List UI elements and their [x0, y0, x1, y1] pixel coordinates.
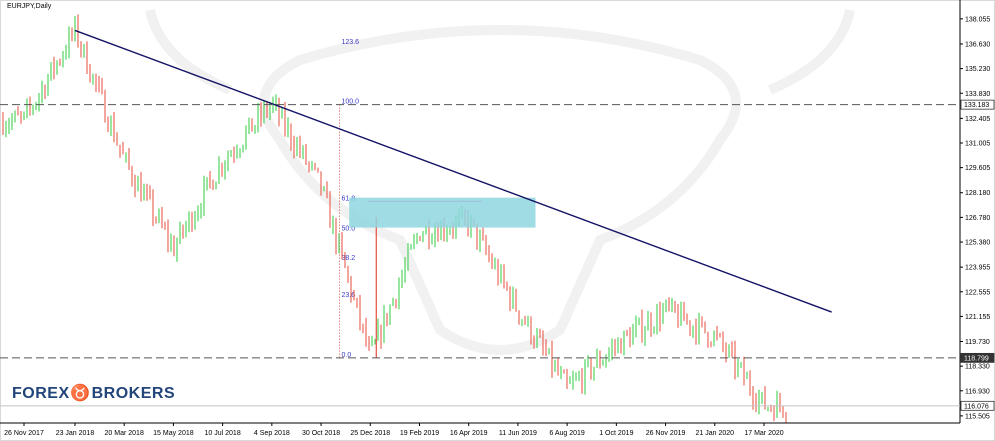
- price-tick-label: 135.230: [965, 66, 990, 73]
- price-tag-label: 133.183: [964, 102, 989, 109]
- time-tick-label: 4 Sep 2018: [254, 430, 290, 437]
- price-tick-label: 122.555: [965, 289, 990, 296]
- price-tick-label: 132.405: [965, 116, 990, 123]
- time-tick-label: 6 Aug 2019: [549, 430, 585, 437]
- price-tick-label: 133.830: [965, 91, 990, 98]
- time-tick-label: 25 Dec 2018: [350, 430, 390, 437]
- time-tick-label: 17 Mar 2020: [744, 430, 783, 437]
- fib-level-label: 123.6: [342, 39, 360, 46]
- watermark-horns: [145, 8, 855, 95]
- supply-zone: [349, 197, 536, 228]
- time-tick-label: 26 Nov 2019: [646, 430, 686, 437]
- time-tick-label: 11 Jun 2019: [499, 430, 537, 437]
- price-tick-label: 115.505: [965, 413, 990, 420]
- time-tick-label: 19 Feb 2019: [400, 430, 439, 437]
- price-tick-label: 136.630: [965, 41, 990, 48]
- time-tick-label: 15 May 2018: [153, 430, 194, 437]
- price-tick-label: 119.730: [965, 339, 990, 346]
- price-tag-label: 116.076: [964, 403, 989, 410]
- fib-level-label: 38.2: [342, 255, 356, 262]
- time-tick-label: 30 Oct 2018: [302, 430, 340, 437]
- symbol-label: EURJPY,Daily: [7, 3, 52, 10]
- brand-left: FOREX: [12, 385, 70, 402]
- watermark-shape: [259, 25, 741, 355]
- time-axis: 26 Nov 2017 23 Jan 2018 20 Mar 2018 15 May …: [4, 423, 784, 437]
- brand-right: BROKERS: [91, 385, 176, 402]
- fib-level-label: 23.6: [342, 292, 356, 299]
- time-tick-label: 21 Jan 2020: [696, 430, 735, 437]
- price-tag-label: 118.799: [964, 355, 989, 362]
- price-tick-label: 129.605: [965, 165, 990, 172]
- price-tick-label: 125.380: [965, 240, 990, 247]
- watermark-logo: [145, 8, 855, 355]
- price-tick-label: 128.180: [965, 190, 990, 197]
- price-tick-label: 118.330: [965, 364, 990, 371]
- price-chart[interactable]: 123.6100.061.850.038.223.60.0 138.055136…: [0, 0, 995, 441]
- price-tick-label: 121.155: [965, 314, 990, 321]
- time-tick-label: 20 Mar 2018: [105, 430, 144, 437]
- price-tick-label: 123.955: [965, 265, 990, 272]
- bull-icon: ♉: [70, 385, 91, 402]
- brand-logo: FOREX♉BROKERS: [12, 383, 175, 403]
- price-tick-label: 126.780: [965, 215, 990, 222]
- price-tick-label: 131.005: [965, 140, 990, 147]
- time-tick-label: 26 Nov 2017: [4, 430, 44, 437]
- price-axis: 138.055 136.630 135.230 133.830 132.405 131.0…: [960, 16, 995, 420]
- time-tick-label: 1 Oct 2019: [599, 430, 633, 437]
- time-tick-label: 23 Jan 2018: [56, 430, 95, 437]
- time-tick-label: 10 Jul 2018: [205, 430, 241, 437]
- price-tick-label: 116.930: [965, 388, 990, 395]
- price-tick-label: 138.055: [965, 16, 990, 23]
- time-tick-label: 16 Apr 2019: [450, 430, 488, 437]
